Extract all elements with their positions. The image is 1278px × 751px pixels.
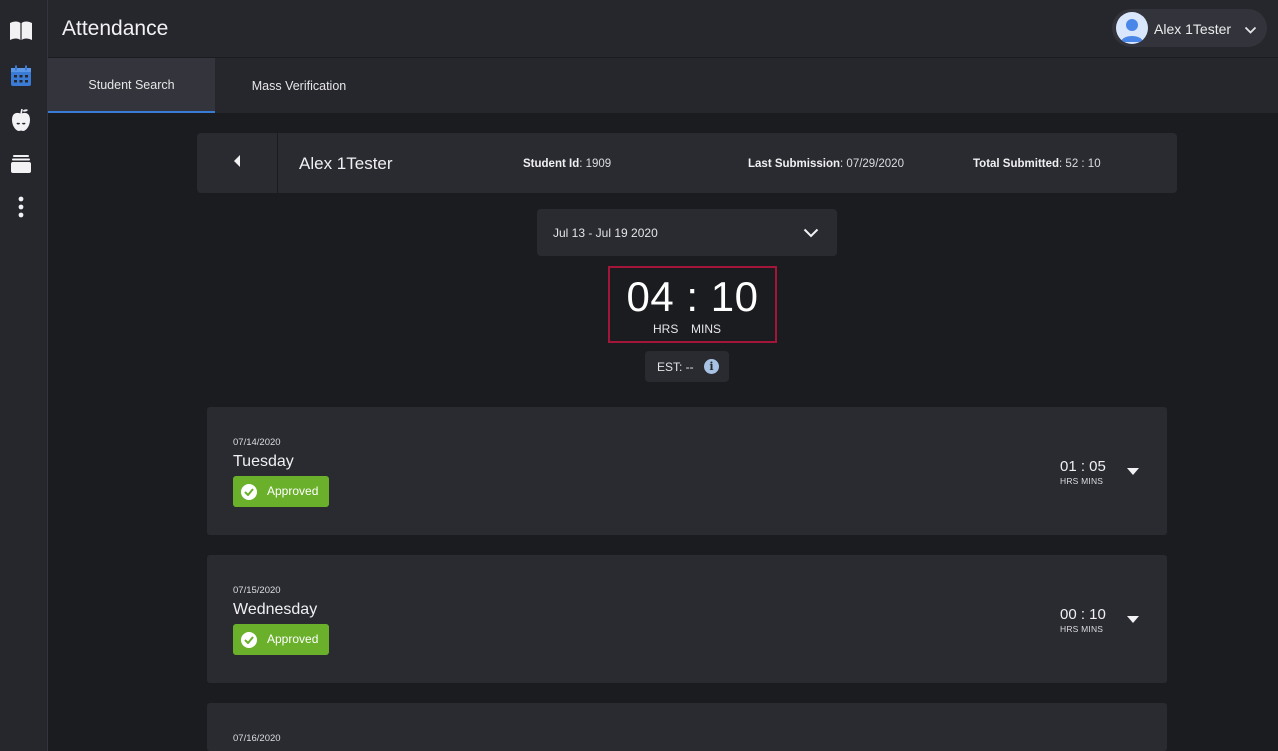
day-card: 07/15/2020 Wednesday Approved 00 : 10 HR… (207, 555, 1167, 683)
top-header: Attendance Alex 1Tester (48, 0, 1278, 58)
last-submission-value: 07/29/2020 (846, 158, 904, 170)
last-submission-label: Last Submission (748, 158, 841, 170)
back-button[interactable] (197, 133, 278, 193)
total-submitted-value: 52 : 10 (1065, 158, 1101, 170)
student-id: Student Id: 1909 (523, 158, 612, 170)
student-name: Alex 1Tester (299, 154, 393, 173)
check-circle-icon (241, 632, 257, 648)
week-select[interactable]: Jul 13 - Jul 19 2020 (537, 209, 837, 256)
student-id-value: 1909 (585, 158, 612, 170)
info-icon[interactable]: i (704, 359, 719, 374)
calendar-icon[interactable] (9, 64, 33, 88)
expand-caret-icon[interactable] (1127, 463, 1139, 481)
status-badge: Approved (233, 476, 329, 507)
day-date: 07/15/2020 (233, 585, 281, 596)
archive-icon[interactable] (9, 152, 33, 176)
sidebar (0, 0, 48, 751)
user-menu[interactable]: Alex 1Tester (1112, 9, 1267, 47)
apple-icon[interactable] (9, 108, 33, 132)
week-select-value: Jul 13 - Jul 19 2020 (553, 226, 658, 240)
day-time: 00 : 10 (1060, 606, 1106, 623)
student-info-bar: Alex 1Tester Student Id: 1909 Last Submi… (197, 133, 1177, 193)
book-icon[interactable] (9, 19, 33, 43)
avatar (1116, 12, 1148, 44)
day-time-units: HRS MINS (1060, 624, 1104, 634)
day-card: 07/16/2020 (207, 703, 1167, 751)
day-card: 07/14/2020 Tuesday Approved 01 : 05 HRS … (207, 407, 1167, 535)
student-id-label: Student Id (523, 158, 580, 170)
weekly-total: 04 : 10 HRS MINS (608, 266, 777, 343)
hrs-label: HRS (653, 322, 679, 336)
est-indicator: EST: -- i (645, 351, 729, 382)
total-submitted: Total Submitted: 52 : 10 (973, 158, 1101, 170)
last-submission: Last Submission: 07/29/2020 (748, 158, 904, 170)
user-name: Alex 1Tester (1154, 21, 1232, 37)
day-time-units: HRS MINS (1060, 476, 1104, 486)
tab-bar: Student Search Mass Verification (48, 58, 1278, 113)
caret-left-icon (233, 154, 241, 172)
status-text: Approved (267, 632, 319, 646)
tab-mass-verification[interactable]: Mass Verification (215, 58, 383, 113)
app-title: Attendance (62, 17, 169, 40)
status-badge: Approved (233, 624, 329, 655)
chevron-down-icon (803, 225, 819, 243)
mins-label: MINS (691, 322, 721, 336)
day-name: Tuesday (233, 453, 294, 470)
more-vertical-icon[interactable] (9, 195, 33, 219)
check-circle-icon (241, 484, 257, 500)
tab-student-search[interactable]: Student Search (48, 58, 215, 113)
day-time: 01 : 05 (1060, 458, 1106, 475)
status-text: Approved (267, 484, 319, 498)
est-label: EST: -- (657, 360, 694, 374)
day-name: Wednesday (233, 601, 318, 618)
day-date: 07/16/2020 (233, 733, 281, 744)
total-submitted-label: Total Submitted (973, 158, 1060, 170)
expand-caret-icon[interactable] (1127, 611, 1139, 629)
chevron-down-icon (1244, 22, 1257, 40)
weekly-total-time: 04 : 10 (626, 273, 759, 320)
day-date: 07/14/2020 (233, 437, 281, 448)
